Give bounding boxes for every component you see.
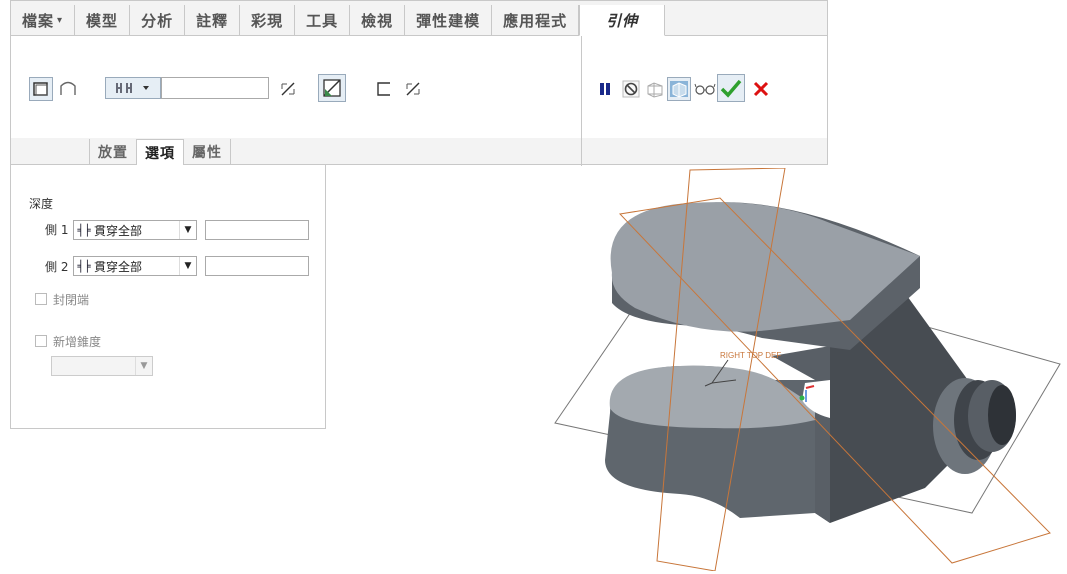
glasses-icon: [694, 83, 716, 95]
tab-tools[interactable]: 工具: [295, 5, 351, 35]
graphics-viewport[interactable]: RIGHT TOP DEF: [540, 167, 1067, 572]
side1-label: 側 1: [45, 223, 69, 237]
wireframe-preview-icon: [647, 82, 663, 98]
through-all-icon: [116, 83, 149, 93]
verify-button[interactable]: [693, 77, 717, 101]
options-panel: 深度 側 1 ╡╞ 貫穿全部 ▼ 側 2 ╡╞ 貫穿全部 ▼ 封閉端 新增錐度 …: [10, 165, 326, 429]
checkmark-icon: [720, 79, 742, 98]
lower-arm-face: [609, 365, 830, 429]
capped-ends-label: 封閉端: [53, 293, 90, 307]
tab-view[interactable]: 檢視: [350, 5, 406, 35]
tab-properties[interactable]: 屬性: [183, 139, 231, 165]
tab-flexible-modeling[interactable]: 彈性建模: [405, 5, 493, 35]
flip-arrow-icon: [406, 82, 420, 96]
feature-preview-icon: [670, 81, 688, 98]
side2-depth-select[interactable]: ╡╞ 貫穿全部 ▼: [73, 256, 197, 276]
side2-label: 側 2: [45, 260, 69, 274]
dashboard-subtabs: 放置 選項 屬性: [89, 139, 231, 165]
side1-depth-input[interactable]: [205, 220, 309, 240]
tab-placement[interactable]: 放置: [89, 139, 137, 165]
chevron-down-icon: ▼: [135, 357, 152, 375]
ribbon-tab-bar: 檔案 ▾ 模型 分析 註釋 彩現 工具 檢視 彈性建模 應用程式 引伸: [11, 5, 827, 36]
add-taper-checkbox[interactable]: [35, 335, 47, 347]
side2-depth-input[interactable]: [205, 256, 309, 276]
thicken-icon: [377, 82, 390, 96]
solid-extrude-button[interactable]: [29, 77, 53, 101]
capped-ends-checkbox[interactable]: [35, 293, 47, 305]
prohibit-icon: [622, 80, 640, 98]
feature-preview-button[interactable]: [667, 77, 691, 101]
depth-value-input[interactable]: [161, 77, 269, 99]
no-preview-button[interactable]: [619, 77, 643, 101]
extrude-toolbar: [11, 36, 827, 138]
tab-applications[interactable]: 應用程式: [492, 5, 580, 35]
close-icon: [753, 81, 769, 97]
geometry-preview-button[interactable]: [643, 77, 667, 101]
boss-end: [988, 385, 1016, 445]
tab-options[interactable]: 選項: [136, 139, 184, 165]
flip-direction-button[interactable]: [276, 77, 300, 101]
tab-annotate[interactable]: 註釋: [185, 5, 241, 35]
depth-label: 深度: [29, 197, 54, 211]
tab-render[interactable]: 彩現: [240, 5, 296, 35]
ok-button[interactable]: [717, 74, 745, 102]
solid-icon: [33, 82, 48, 96]
ribbon: 檔案 ▾ 模型 分析 註釋 彩現 工具 檢視 彈性建模 應用程式 引伸 放置 選…: [10, 0, 828, 166]
chevron-down-icon: ▾: [57, 14, 64, 26]
add-taper-label: 新增錐度: [53, 335, 102, 349]
pause-button[interactable]: [593, 77, 617, 101]
through-all-icon: ╡╞: [77, 223, 91, 237]
datum-label: RIGHT TOP DEF: [720, 351, 781, 360]
sketch-point-green: [799, 395, 805, 401]
side1-depth-select[interactable]: ╡╞ 貫穿全部 ▼: [73, 220, 197, 240]
remove-material-icon: [323, 79, 341, 97]
depth-option-dropdown[interactable]: [105, 77, 161, 99]
surface-extrude-button[interactable]: [56, 77, 80, 101]
thicken-sketch-button[interactable]: [372, 77, 396, 101]
tab-analysis[interactable]: 分析: [130, 5, 186, 35]
taper-angle-select[interactable]: ▼: [51, 356, 153, 376]
ribbon-divider: [581, 36, 582, 166]
cancel-button[interactable]: [749, 77, 773, 101]
chevron-down-icon: ▼: [179, 221, 196, 239]
thicken-flip-button[interactable]: [401, 77, 425, 101]
flip-arrow-icon: [281, 82, 295, 96]
chevron-down-icon: ▼: [179, 257, 196, 275]
surface-icon: [60, 81, 76, 95]
remove-material-button[interactable]: [318, 74, 346, 102]
model-view: RIGHT TOP DEF: [554, 167, 1061, 572]
tab-model[interactable]: 模型: [75, 5, 131, 35]
pause-icon: [600, 83, 610, 95]
through-all-icon: ╡╞: [77, 259, 91, 273]
tab-file[interactable]: 檔案 ▾: [11, 5, 76, 35]
tab-extrude[interactable]: 引伸: [579, 5, 666, 36]
